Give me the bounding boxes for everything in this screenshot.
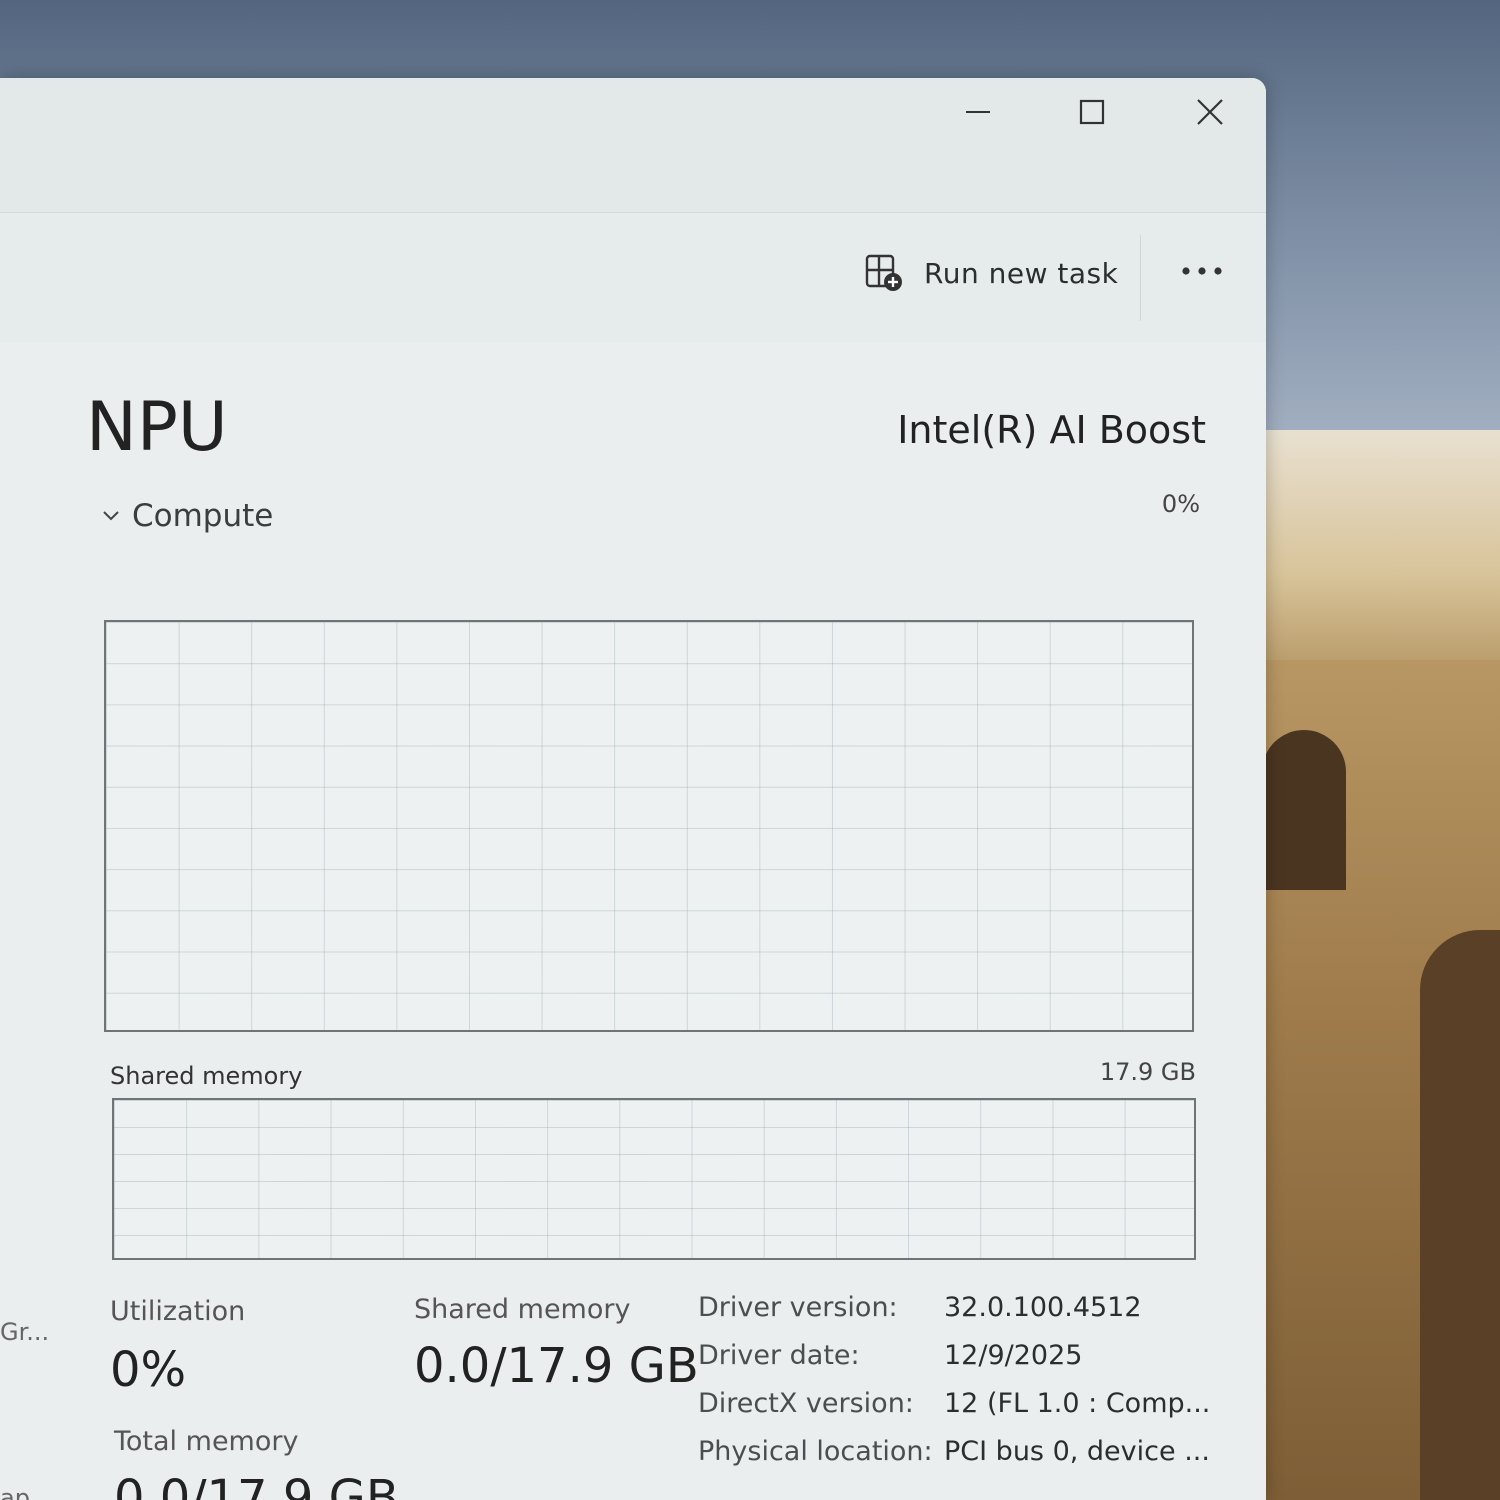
minimize-button[interactable]	[948, 88, 1008, 136]
shared-memory-value: 0.0/17.9 GB	[414, 1338, 699, 1394]
shared-memory-label: Shared memory	[414, 1294, 631, 1325]
run-task-icon	[865, 254, 902, 291]
device-name: Intel(R) AI Boost	[897, 408, 1206, 452]
driver-date-key: Driver date:	[698, 1340, 860, 1371]
shared-memory-graph-label: Shared memory	[110, 1062, 303, 1090]
run-new-task-label: Run new task	[924, 256, 1119, 290]
driver-version-key: Driver version:	[698, 1292, 898, 1323]
page-title: NPU	[86, 388, 228, 467]
side-panel-truncated-text: ap...	[0, 1484, 53, 1500]
maximize-icon	[1079, 99, 1105, 125]
shared-memory-max-label: 17.9 GB	[1099, 1058, 1196, 1086]
compute-label: Compute	[132, 498, 274, 534]
driver-version-value: 32.0.100.4512	[944, 1292, 1142, 1323]
minimize-icon	[966, 111, 990, 113]
more-icon	[1182, 267, 1222, 275]
command-divider	[1140, 235, 1141, 321]
shared-memory-graph	[112, 1098, 1196, 1260]
directx-version-key: DirectX version:	[698, 1388, 914, 1419]
directx-version-value: 12 (FL 1.0 : Comp...	[944, 1388, 1211, 1419]
performance-detail-pane: NPU Intel(R) AI Boost Compute 0% Shared …	[0, 342, 1266, 1500]
total-memory-label: Total memory	[114, 1426, 299, 1457]
close-icon	[1197, 99, 1223, 125]
wallpaper-arch	[1262, 730, 1346, 890]
maximize-button[interactable]	[1062, 88, 1122, 136]
driver-date-value: 12/9/2025	[944, 1340, 1083, 1371]
physical-location-value: PCI bus 0, device ...	[944, 1436, 1210, 1467]
compute-graph	[104, 620, 1194, 1032]
close-button[interactable]	[1180, 88, 1240, 136]
side-panel-truncated-text: Gr...	[0, 1318, 50, 1346]
compute-max-label: 0%	[1161, 490, 1200, 518]
compute-selector[interactable]: Compute	[102, 498, 273, 534]
command-bar: Run new task	[0, 212, 1266, 344]
utilization-value: 0%	[110, 1342, 187, 1398]
more-options-button[interactable]	[1172, 249, 1232, 293]
wallpaper-arch	[1420, 930, 1500, 1500]
title-bar	[0, 78, 1266, 212]
utilization-label: Utilization	[110, 1296, 246, 1327]
chevron-down-icon	[103, 511, 119, 521]
physical-location-key: Physical location:	[698, 1436, 933, 1467]
task-manager-window: Run new task NPU Intel(R) AI Boost Compu…	[0, 78, 1266, 1500]
total-memory-value: 0.0/17.9 GB	[114, 1470, 399, 1500]
run-new-task-button[interactable]: Run new task	[864, 251, 1118, 295]
wallpaper-town	[1260, 430, 1500, 670]
